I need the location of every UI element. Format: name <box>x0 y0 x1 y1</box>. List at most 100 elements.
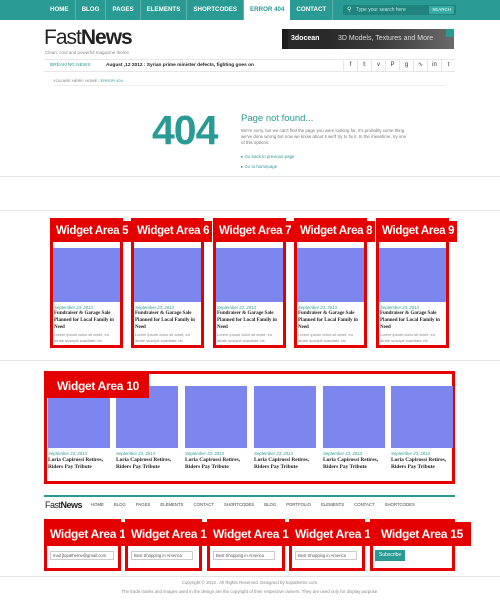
nav-shortcodes[interactable]: SHORTCODES <box>187 0 245 20</box>
footer-nav-item[interactable]: BLOG <box>259 502 281 507</box>
post-thumbnail[interactable] <box>53 248 120 302</box>
facebook-icon[interactable]: f <box>343 60 357 71</box>
pinterest-icon[interactable]: P <box>385 60 399 71</box>
widget-area-9: Widget Area 9 September 23, 2013 Fundrai… <box>376 218 458 348</box>
widget-area-12: Widget Area 12 Best Shopping in America <box>125 519 216 571</box>
footer-nav-item[interactable]: CONTACT <box>189 502 219 507</box>
footer-nav-item[interactable]: PORTFOLIO <box>281 502 316 507</box>
search-input[interactable]: Type your search here <box>356 5 406 15</box>
search-button[interactable]: SEARCH <box>429 6 454 14</box>
divider <box>0 176 500 177</box>
widget-area-14: Widget Area 14 Best Shopping in America <box>289 519 380 571</box>
post-title[interactable]: Loria Capirossi Retires, Riders Pay Trib… <box>391 457 455 471</box>
footer-logo[interactable]: FastNews <box>45 500 83 510</box>
logo-bold-text: News <box>60 500 83 510</box>
subscribe-button[interactable]: Subscribe <box>375 550 406 561</box>
breaking-news-headline[interactable]: August ,12 2012 : Syrian prime minister … <box>106 60 254 71</box>
footer-nav-item[interactable]: SHORTCODES <box>219 502 259 507</box>
divider <box>0 576 500 577</box>
post-date: September 23, 2013 <box>323 451 362 456</box>
nav-error-404[interactable]: ERROR 404 <box>244 0 291 20</box>
post-excerpt: Lorem ipsum dolor sit amet, eu alrate su… <box>298 332 353 343</box>
nav-blog[interactable]: BLOG <box>76 0 107 20</box>
footer-nav-item[interactable]: PAGES <box>131 502 156 507</box>
widget-area-13: Widget Area 13 Best Shopping in America <box>207 519 298 571</box>
widget-label: Widget Area 15 <box>373 522 471 546</box>
post-thumbnail[interactable] <box>297 248 364 302</box>
nav-pages[interactable]: PAGES <box>106 0 141 20</box>
text-field[interactable]: Best Shopping in America <box>213 551 275 560</box>
back-link[interactable]: Go back to previous page <box>241 154 294 160</box>
site-tagline: Clean, cool and powerful magazine theme <box>45 50 130 55</box>
widget-label: Widget Area 7 <box>216 221 295 242</box>
twitter-icon[interactable]: 𝕥 <box>357 60 371 71</box>
widget-label: Widget Area 6 <box>134 221 213 242</box>
nav-elements[interactable]: ELEMENTS <box>141 0 188 20</box>
post-title[interactable]: Loria Capirossi Retires, Riders Pay Trib… <box>323 457 387 471</box>
divider <box>0 210 500 211</box>
divider <box>0 360 500 361</box>
post-title[interactable]: Loria Capirossi Retires, Riders Pay Trib… <box>116 457 180 471</box>
divider <box>53 85 446 86</box>
widget-area-7: Widget Area 7 September 22, 2013 Fundrai… <box>213 218 295 348</box>
widget-label: Widget Area 5 <box>53 221 132 242</box>
widget-label: Widget Area 12 <box>128 522 216 546</box>
footer-nav-item[interactable]: CONTACT <box>349 502 379 507</box>
post-title[interactable]: Fundraiser & Garage Sale Planned for Loc… <box>217 310 283 331</box>
widget-label: Widget Area 14 <box>292 522 380 546</box>
carousel-item: September 23, 2013 Loria Capirossi Retir… <box>116 386 178 481</box>
widget-area-8: Widget Area 8 September 23, 2013 Fundrai… <box>294 218 376 348</box>
post-thumbnail[interactable] <box>379 248 446 302</box>
footer-nav-item[interactable]: SHORTCODES <box>380 502 420 507</box>
footer-nav-item[interactable]: BLOG <box>109 502 131 507</box>
widget-label: Widget Area 11 <box>47 522 135 546</box>
text-field[interactable]: Best Shopping in America <box>131 551 193 560</box>
header-ad-banner[interactable]: 3docean 3D Models, Textures and More <box>282 29 454 49</box>
post-thumbnail[interactable] <box>391 386 453 448</box>
widget-label: Widget Area 10 <box>47 374 149 398</box>
post-title[interactable]: Fundraiser & Garage Sale Planned for Loc… <box>380 310 446 331</box>
post-title[interactable]: Loria Capirossi Retires, Riders Pay Trib… <box>254 457 318 471</box>
post-thumbnail[interactable] <box>185 386 247 448</box>
post-title[interactable]: Fundraiser & Garage Sale Planned for Loc… <box>54 310 120 331</box>
post-thumbnail[interactable] <box>254 386 316 448</box>
footer-nav-item[interactable]: ELEMENTS <box>155 502 188 507</box>
breadcrumb-path[interactable]: YOU ARE HERE: HOME / <box>53 78 101 83</box>
post-thumbnail[interactable] <box>134 248 201 302</box>
widget-area-5: Widget Area 5 September 23, 2013 Fundrai… <box>50 218 132 348</box>
main-menu: HOME BLOG PAGES ELEMENTS SHORTCODES ERRO… <box>44 0 334 20</box>
vimeo-icon[interactable]: v <box>371 60 385 71</box>
text-field[interactable]: Best Shopping in America <box>295 551 357 560</box>
tumblr-icon[interactable]: t <box>441 60 455 71</box>
logo-bold-text: News <box>80 26 133 49</box>
carousel-item: September 23, 2013 Loria Capirossi Retir… <box>48 386 110 481</box>
email-field[interactable]: mail [topatheme@gmail.com <box>50 551 114 560</box>
nav-home[interactable]: HOME <box>44 0 76 20</box>
ad-text: 3D Models, Textures and More <box>338 35 434 42</box>
widget-label: Widget Area 8 <box>297 221 376 242</box>
site-logo[interactable]: FastNews <box>44 26 133 49</box>
rss-icon[interactable]: ∿ <box>413 60 427 71</box>
nav-contact[interactable]: CONTACT <box>290 0 334 20</box>
home-link[interactable]: Go to homepage <box>241 164 277 170</box>
post-title[interactable]: Fundraiser & Garage Sale Planned for Loc… <box>298 310 364 331</box>
post-title[interactable]: Fundraiser & Garage Sale Planned for Loc… <box>135 310 201 331</box>
footer-nav-item[interactable]: ELEMENTS <box>316 502 349 507</box>
logo-light-text: Fast <box>44 26 82 49</box>
google-plus-icon[interactable]: g <box>399 60 413 71</box>
search-box[interactable]: ⚲ Type your search here SEARCH <box>343 5 456 15</box>
breaking-news-bar: BREAKING NEWS August ,12 2012 : Syrian p… <box>44 59 455 72</box>
post-thumbnail[interactable] <box>323 386 385 448</box>
footer-nav-item[interactable]: HOME <box>86 502 109 507</box>
widget-area-6: Widget Area 6 September 23, 2013 Fundrai… <box>131 218 213 348</box>
post-title[interactable]: Loria Capirossi Retires, Riders Pay Trib… <box>185 457 249 471</box>
post-title[interactable]: Loria Capirossi Retires, Riders Pay Trib… <box>48 457 112 471</box>
breadcrumb: YOU ARE HERE: HOME / ERROR 404 <box>53 78 123 83</box>
logo-light-text: Fast <box>45 500 61 510</box>
post-thumbnail[interactable] <box>216 248 283 302</box>
widget-area-15: Widget Area 15 Subscribe <box>370 519 471 571</box>
search-icon: ⚲ <box>347 7 352 13</box>
post-date: September 23, 2013 <box>48 451 87 456</box>
linkedin-icon[interactable]: in <box>427 60 441 71</box>
post-excerpt: Lorem ipsum dolor sit amet, eu alrate su… <box>54 332 109 343</box>
